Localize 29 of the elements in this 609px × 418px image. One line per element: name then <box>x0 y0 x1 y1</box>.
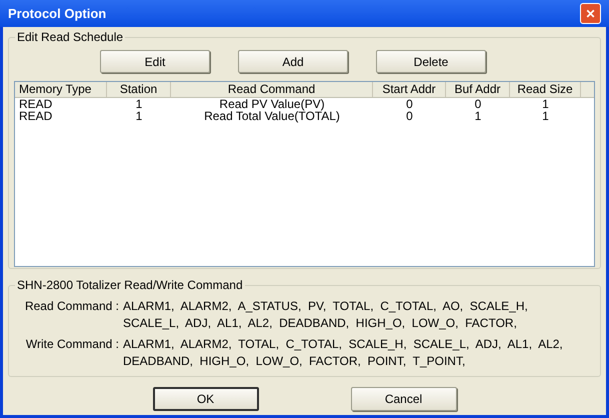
table-cell-text: 1 <box>541 98 550 110</box>
toolbar-button[interactable]: Add <box>238 50 348 73</box>
column-header[interactable]: Memory Type <box>15 82 107 97</box>
window-title: Protocol Option <box>8 4 106 23</box>
table-cell-text: 0 <box>474 98 482 110</box>
toolbar-button[interactable]: Delete <box>376 50 486 73</box>
table-cell-text: 1 <box>134 98 144 110</box>
table-cell-text: 0 <box>405 98 414 110</box>
column-header[interactable]: Start Addr <box>373 82 446 97</box>
table-cell-text: 1 <box>541 110 550 122</box>
command-label: Read Command : <box>24 298 119 315</box>
table-cell-text: 1 <box>474 110 482 122</box>
column-header[interactable]: Read Command <box>171 82 373 97</box>
column-header[interactable]: Read Size <box>510 82 581 97</box>
command-list: ALARM1, ALARM2, TOTAL, C_TOTAL, SCALE_H, SCALE_L, ADJ, AL1, AL2, DEADBAND, HIGH_O, LOW_O, FACTOR, POINT, T_POINT, <box>123 336 588 370</box>
toolbar-button[interactable]: Edit <box>100 50 210 73</box>
command-label: Write Command : <box>24 336 119 353</box>
column-header[interactable]: Buf Addr <box>446 82 510 97</box>
table-cell-text: READ <box>18 98 54 110</box>
table-cell-text: 0 <box>405 110 414 122</box>
table-cell-text: Read Total Value(TOTAL) <box>203 110 341 122</box>
table-cell-text: 1 <box>134 110 144 122</box>
table-cell-text: READ <box>18 110 54 122</box>
command-list: ALARM1, ALARM2, A_STATUS, PV, TOTAL, C_TOTAL, AO, SCALE_H, SCALE_L, ADJ, AL1, AL2, DEADBAND, HIGH_O, LOW_O, FACTOR, <box>123 298 588 332</box>
column-header[interactable]: Station <box>107 82 171 97</box>
dialog-button[interactable]: OK <box>152 387 258 411</box>
table-cell-text: Read PV Value(PV) <box>218 98 326 110</box>
close-button[interactable]: ✕ <box>580 3 601 24</box>
dialog-button[interactable]: Cancel <box>350 387 456 411</box>
